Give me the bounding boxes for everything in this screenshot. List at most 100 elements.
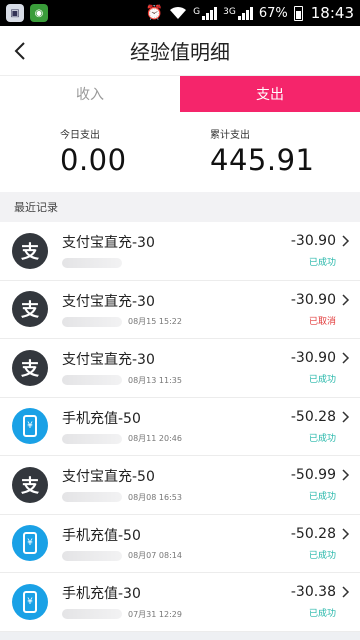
clock: 18:43 xyxy=(310,4,354,22)
list-item[interactable]: 支 支付宝直充-30 08月15 15:22 -30.90 已取消 xyxy=(0,281,360,339)
record-meta: 07月31 12:29 xyxy=(62,608,291,620)
status-badge: 已成功 xyxy=(308,433,336,444)
status-badge: 已成功 xyxy=(308,492,336,503)
chevron-right-icon xyxy=(342,410,350,423)
alipay-glyph: 支 xyxy=(21,358,39,380)
record-meta: 08月13 11:35 xyxy=(62,374,291,386)
list-item[interactable]: ¥ 手机充值-50 08月07 08:14 -50.28 已成功 xyxy=(0,515,360,573)
phone-glyph: ¥ xyxy=(23,590,37,613)
record-amount-block: -30.38 已成功 xyxy=(291,584,336,619)
record-meta: 08月15 15:22 xyxy=(62,316,291,328)
redacted-text xyxy=(62,492,122,503)
phone-topup-icon: ¥ xyxy=(12,408,48,445)
record-amount-block: -30.90 已成功 xyxy=(291,350,336,385)
record-amount: -50.99 xyxy=(290,467,336,484)
total-value: 445.91 xyxy=(210,143,315,177)
section-label: 最近记录 xyxy=(0,192,360,222)
record-title: 手机充值-50 xyxy=(62,410,141,427)
list-item[interactable]: ¥ 手机充值-30 07月31 12:29 -30.38 已成功 xyxy=(0,573,360,632)
record-amount-block: -30.90 已成功 xyxy=(291,233,336,268)
phone-glyph: ¥ xyxy=(23,532,37,555)
status-bar: ▣ ◉ ⏰ G 3G 67% 18:43 xyxy=(0,0,360,26)
record-info: 手机充值-50 08月07 08:14 xyxy=(62,525,291,562)
record-amount-block: -50.28 已成功 xyxy=(291,526,336,561)
today-label: 今日支出 xyxy=(60,130,100,141)
record-info: 支付宝直充-30 xyxy=(62,232,291,269)
wechat-icon: ◉ xyxy=(30,4,48,22)
record-info: 手机充值-30 07月31 12:29 xyxy=(62,583,291,620)
phone-topup-icon: ¥ xyxy=(12,583,48,620)
record-amount: -30.90 xyxy=(290,350,336,367)
record-info: 支付宝直充-30 08月13 11:35 xyxy=(62,349,291,386)
record-amount-block: -30.90 已取消 xyxy=(291,292,336,327)
record-meta: 08月07 08:14 xyxy=(62,550,291,562)
record-amount-block: -50.99 已成功 xyxy=(291,467,336,502)
status-badge: 已成功 xyxy=(308,258,336,269)
battery-percent: 67% xyxy=(258,5,288,21)
wifi-icon xyxy=(170,6,187,19)
alipay-icon: 支 xyxy=(12,466,48,503)
record-title: 支付宝直充-30 xyxy=(62,235,155,252)
signal-icon xyxy=(202,6,218,20)
alipay-icon: 支 xyxy=(12,349,48,386)
list-item[interactable]: 支 支付宝直充-30 -30.90 已成功 xyxy=(0,222,360,281)
today-value: 0.00 xyxy=(60,143,127,177)
alarm-icon: ⏰ xyxy=(145,5,164,21)
back-button[interactable] xyxy=(0,26,40,76)
redacted-text xyxy=(62,433,122,444)
record-amount: -30.38 xyxy=(290,584,336,601)
total-summary: 累计支出 445.91 xyxy=(210,126,360,192)
record-amount: -50.28 xyxy=(290,408,336,425)
status-badge: 已成功 xyxy=(308,375,336,386)
record-date: 07月31 12:29 xyxy=(128,609,182,619)
record-info: 手机充值-50 08月11 20:46 xyxy=(62,408,291,445)
redacted-text xyxy=(62,550,122,561)
alipay-glyph: 支 xyxy=(21,300,39,322)
app-icon: ▣ xyxy=(6,4,24,22)
tab-bar: 收入 支出 xyxy=(0,76,360,112)
record-title: 支付宝直充-30 xyxy=(62,293,155,310)
record-meta xyxy=(62,257,291,269)
status-badge: 已取消 xyxy=(308,316,336,327)
list-item[interactable]: 支 支付宝直充-30 08月13 11:35 -30.90 已成功 xyxy=(0,339,360,398)
record-title: 手机充值-50 xyxy=(62,527,141,544)
signal-icon-2 xyxy=(237,6,253,20)
record-title: 支付宝直充-30 xyxy=(62,352,155,369)
status-badge: 已成功 xyxy=(308,609,336,620)
alipay-glyph: 支 xyxy=(21,475,39,497)
record-title: 手机充值-30 xyxy=(62,586,141,603)
chevron-right-icon xyxy=(342,527,350,540)
alipay-icon: 支 xyxy=(12,232,48,269)
list-item[interactable]: 支 支付宝直充-50 08月08 16:53 -50.99 已成功 xyxy=(0,456,360,515)
tab-income[interactable]: 收入 xyxy=(0,76,180,112)
list-item[interactable]: ¥ 手机充值-50 08月11 20:46 -50.28 已成功 xyxy=(0,398,360,456)
record-meta: 08月11 20:46 xyxy=(62,433,291,445)
chevron-right-icon xyxy=(342,293,350,306)
record-title: 支付宝直充-50 xyxy=(62,469,155,486)
chevron-right-icon xyxy=(342,235,350,247)
phone-topup-icon: ¥ xyxy=(12,525,48,562)
chevron-right-icon xyxy=(342,352,350,364)
tab-expense[interactable]: 支出 xyxy=(180,76,360,112)
record-info: 支付宝直充-30 08月15 15:22 xyxy=(62,291,291,328)
redacted-text xyxy=(62,609,122,620)
total-label: 累计支出 xyxy=(210,130,250,141)
record-date: 08月13 11:35 xyxy=(128,375,182,385)
record-date: 08月07 08:14 xyxy=(128,551,182,561)
record-meta: 08月08 16:53 xyxy=(62,491,291,503)
chevron-left-icon xyxy=(14,41,25,60)
alipay-icon: 支 xyxy=(12,291,48,328)
record-amount-block: -50.28 已成功 xyxy=(291,409,336,444)
summary-panel: 今日支出 0.00 累计支出 445.91 xyxy=(0,112,360,192)
today-summary: 今日支出 0.00 xyxy=(60,126,210,192)
record-amount: -30.90 xyxy=(290,291,336,308)
header: 经验值明细 xyxy=(0,26,360,76)
record-list: 支 支付宝直充-30 -30.90 已成功 支 支付宝直充-30 08月15 1… xyxy=(0,222,360,632)
record-info: 支付宝直充-50 08月08 16:53 xyxy=(62,466,291,503)
network-type-label: G xyxy=(193,7,201,17)
chevron-right-icon xyxy=(342,469,350,481)
chevron-right-icon xyxy=(342,586,350,598)
record-date: 08月08 16:53 xyxy=(128,492,182,502)
network-type-label-2: 3G xyxy=(223,7,236,17)
redacted-text xyxy=(62,375,122,386)
